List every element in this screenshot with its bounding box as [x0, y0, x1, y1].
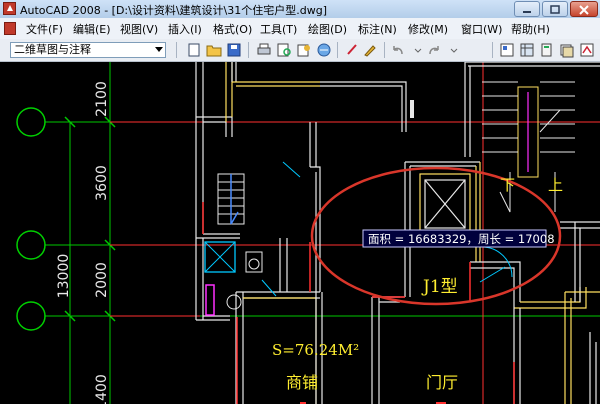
print-icon[interactable]: [256, 42, 272, 58]
drawing-canvas[interactable]: 2100 3600 13000 2000 1400 面积 = 16683329，…: [0, 62, 600, 404]
menu-edit[interactable]: 编辑(E): [73, 21, 111, 37]
3d-dwf-icon[interactable]: [316, 42, 332, 58]
menu-draw[interactable]: 绘图(D): [308, 21, 347, 37]
properties-icon[interactable]: [499, 42, 515, 58]
dimension-text: 13000: [56, 254, 72, 299]
close-button[interactable]: [570, 1, 598, 17]
minimize-button[interactable]: [514, 1, 540, 17]
stair-left: [217, 173, 245, 225]
menu-insert[interactable]: 插入(I): [168, 21, 202, 37]
toolbar-separator: [248, 42, 249, 58]
menu-file[interactable]: 文件(F): [26, 21, 63, 37]
cut-icon[interactable]: [344, 42, 360, 58]
axis-circle: [16, 107, 46, 137]
bathroom-fixtures: [204, 241, 277, 316]
title-bar: AutoCAD 2008 - [D:\设计资料\建筑设计\31个住宅户型.dwg…: [0, 0, 600, 19]
measurement-tooltip: 面积 = 16683329，周长 = 17008: [362, 229, 555, 248]
toolbar: 二维草图与注释: [0, 39, 600, 62]
toolbar-separator: [492, 42, 493, 58]
tool-palettes-icon[interactable]: [539, 42, 555, 58]
autocad-app-icon[interactable]: [3, 2, 16, 15]
menu-dimension[interactable]: 标注(N): [358, 21, 397, 37]
axis-circles: [16, 107, 46, 331]
menu-view[interactable]: 视图(V): [120, 21, 158, 37]
axis-circle: [16, 301, 46, 331]
menu-tools[interactable]: 工具(T): [260, 21, 297, 37]
workspace-select-value: 二维草图与注释: [14, 43, 91, 56]
minimize-icon: [523, 11, 531, 13]
maximize-button[interactable]: [542, 1, 568, 17]
menu-format[interactable]: 格式(O): [213, 21, 252, 37]
dimension-text: 3600: [94, 165, 110, 201]
toolbar-separator: [337, 42, 338, 58]
stair-label-up: 上: [548, 176, 563, 194]
toolbar-separator: [176, 42, 177, 58]
new-file-icon[interactable]: [186, 42, 202, 58]
elevator-shaft: [419, 173, 471, 235]
close-icon: [579, 5, 589, 15]
dimension-text-group: 2100 3600 13000 2000 1400: [56, 81, 110, 404]
toolbar-separator: [384, 42, 385, 58]
undo-dropdown-icon[interactable]: [410, 42, 426, 58]
publish-icon[interactable]: [296, 42, 312, 58]
markup-set-manager-icon[interactable]: [579, 42, 595, 58]
menu-help[interactable]: 帮助(H): [511, 21, 550, 37]
stair-label-down: 下: [500, 176, 515, 194]
unit-type-label: J1型: [421, 277, 458, 297]
redo-dropdown-icon[interactable]: [446, 42, 462, 58]
room-label-shop: 商铺: [286, 373, 318, 392]
sheet-set-manager-icon[interactable]: [559, 42, 575, 58]
redo-icon[interactable]: [426, 42, 442, 58]
window-title: AutoCAD 2008 - [D:\设计资料\建筑设计\31个住宅户型.dwg…: [20, 4, 327, 17]
menu-modify[interactable]: 修改(M): [408, 21, 448, 37]
match-properties-icon[interactable]: [362, 42, 378, 58]
area-label: S=76.24M²: [272, 341, 359, 359]
design-center-icon[interactable]: [519, 42, 535, 58]
chevron-down-icon: [155, 47, 163, 52]
workspace-select[interactable]: 二维草图与注释: [10, 42, 166, 58]
dimension-text: 1400: [94, 374, 110, 404]
room-label-lobby: 门厅: [426, 373, 458, 392]
open-folder-icon[interactable]: [206, 42, 222, 58]
tooltip-text: 面积 = 16683329，周长 = 17008: [368, 232, 555, 246]
undo-icon[interactable]: [390, 42, 406, 58]
floor-plan-drawing: 2100 3600 13000 2000 1400 面积 = 16683329，…: [16, 62, 600, 404]
menu-window[interactable]: 窗口(W): [461, 21, 502, 37]
maximize-icon: [550, 5, 560, 14]
menu-bar: 文件(F) 编辑(E) 视图(V) 插入(I) 格式(O) 工具(T) 绘图(D…: [0, 18, 600, 40]
document-menu-icon[interactable]: [4, 22, 16, 35]
dimension-text: 2000: [94, 262, 110, 298]
dimension-text: 2100: [94, 81, 110, 117]
save-icon[interactable]: [226, 42, 242, 58]
plot-preview-icon[interactable]: [276, 42, 292, 58]
door-swings: [282, 161, 513, 283]
axis-circle: [16, 230, 46, 260]
